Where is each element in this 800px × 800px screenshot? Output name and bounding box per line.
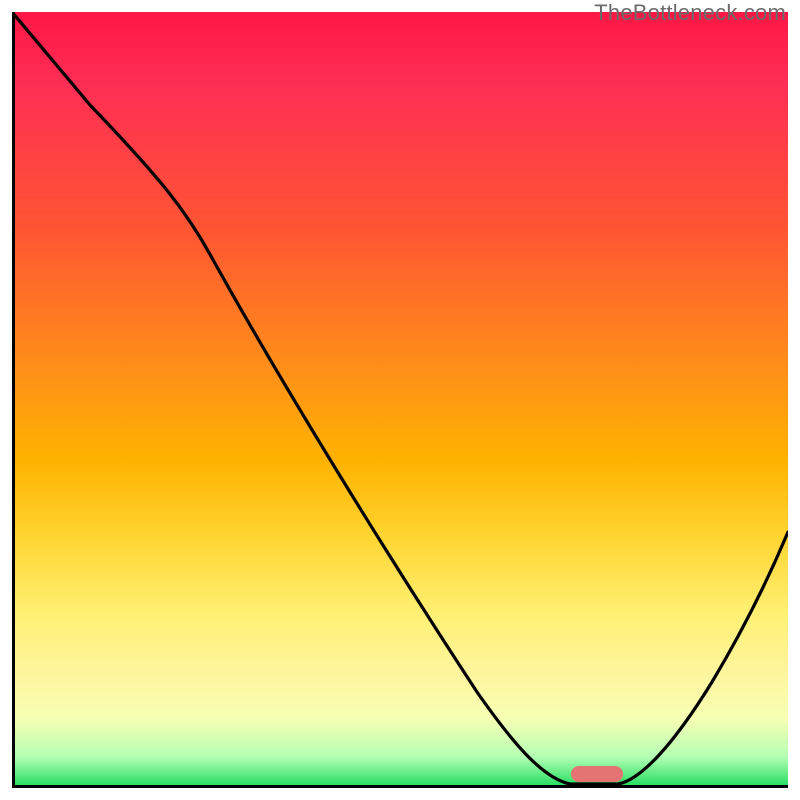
optimal-range-marker [571, 766, 623, 782]
curve-layer [12, 12, 788, 788]
bottleneck-chart: TheBottleneck.com [0, 0, 800, 800]
bottleneck-curve-path [12, 12, 788, 784]
watermark-text: TheBottleneck.com [594, 0, 786, 26]
